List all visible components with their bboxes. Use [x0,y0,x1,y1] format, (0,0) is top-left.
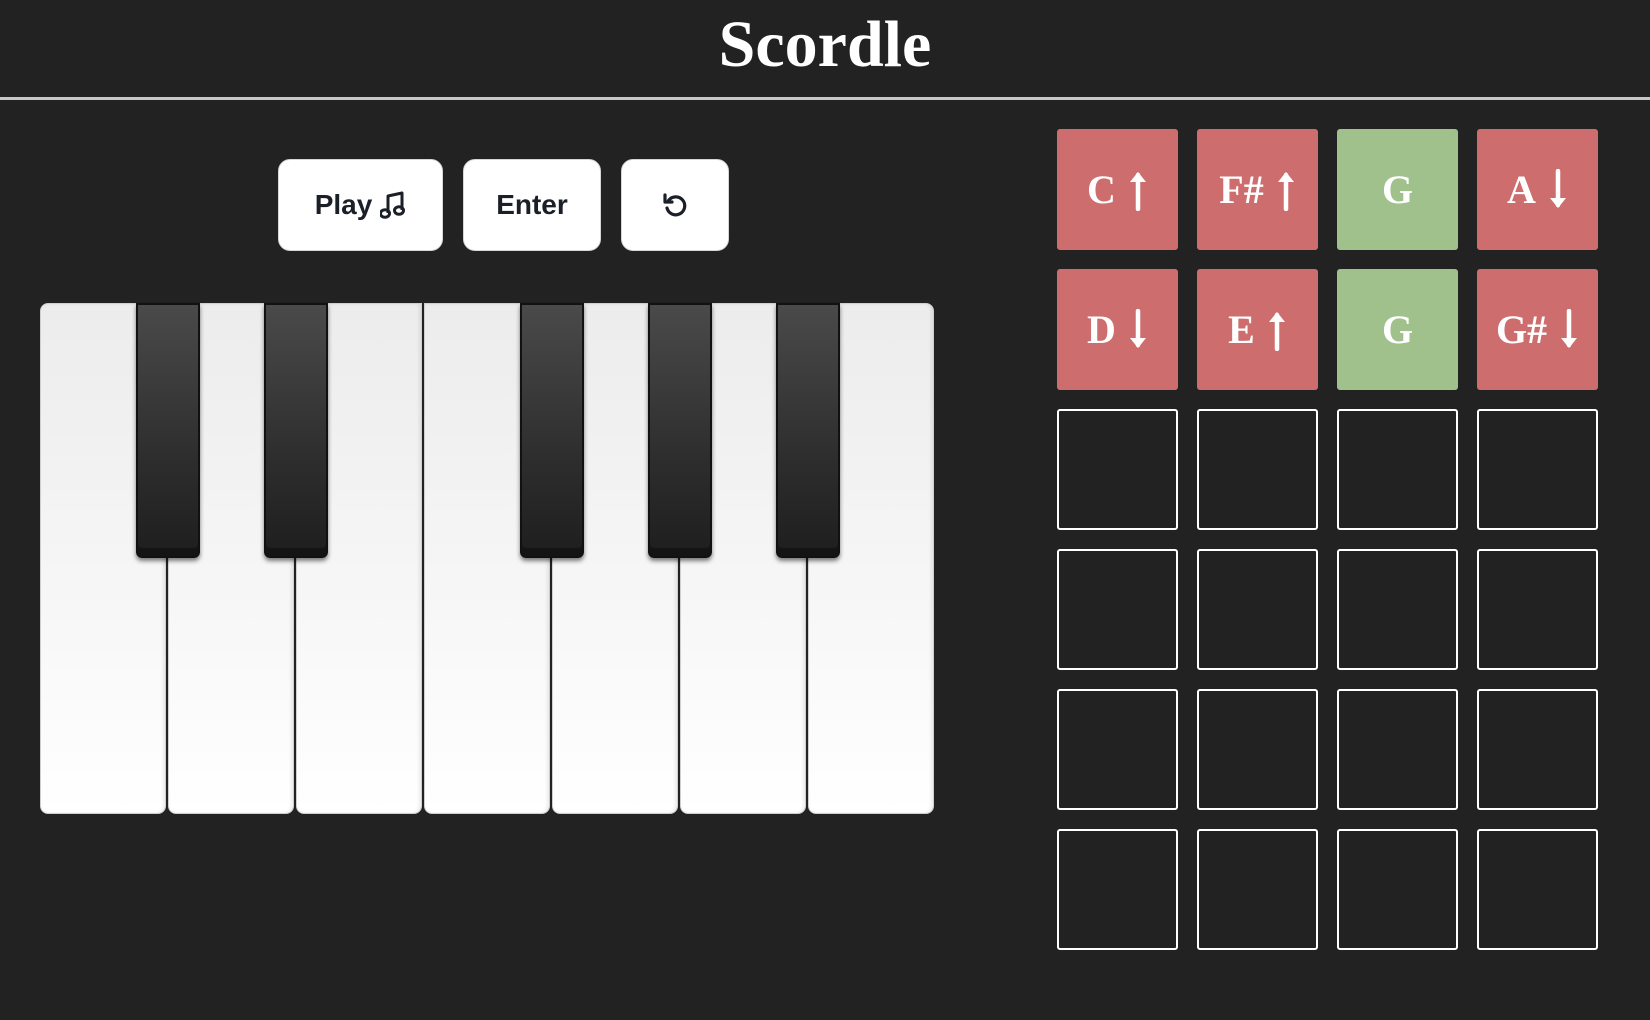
guess-tile-wrong: C [1057,129,1178,250]
guess-tile-wrong: E [1197,269,1318,390]
play-button-label: Play [314,189,373,220]
empty-tile [1197,689,1318,810]
empty-tile [1477,829,1598,950]
guess-tile-correct: G [1337,269,1458,390]
empty-tile [1057,689,1178,810]
reset-button[interactable] [621,159,729,251]
guess-tile-wrong: A [1477,129,1598,250]
empty-tile [1197,409,1318,530]
empty-tile [1197,829,1318,950]
black-key[interactable] [264,303,328,558]
guess-tile-wrong: G# [1477,269,1598,390]
empty-tile [1057,549,1178,670]
empty-tile [1197,549,1318,670]
reset-icon [660,190,690,220]
empty-tile [1337,409,1458,530]
arrow-up-icon [1276,169,1296,211]
tile-note: G [1381,307,1414,352]
black-key[interactable] [648,303,712,558]
empty-tile [1477,549,1598,670]
empty-tile [1477,409,1598,530]
empty-tile [1057,409,1178,530]
arrow-down-icon [1548,168,1568,211]
tile-note: D [1087,307,1116,352]
guess-board: C F# G A D E G G# [1057,129,1598,950]
header: Scordle [0,0,1650,100]
tile-note: G# [1495,307,1548,352]
guess-tile-correct: G [1337,129,1458,250]
empty-tile [1337,829,1458,950]
black-key[interactable] [776,303,840,558]
tile-note: C [1087,167,1116,212]
empty-tile [1477,689,1598,810]
page-title: Scordle [718,7,932,81]
tile-note: G [1381,167,1414,212]
tile-note: E [1228,307,1255,352]
guess-tile-wrong: D [1057,269,1178,390]
arrow-down-icon [1128,308,1148,351]
controls: Play Enter [278,159,729,251]
black-key[interactable] [136,303,200,558]
empty-tile [1337,689,1458,810]
empty-tile [1057,829,1178,950]
play-button[interactable]: Play [278,159,443,251]
black-key[interactable] [520,303,584,558]
empty-tile [1337,549,1458,670]
tile-note: A [1507,167,1536,212]
tile-note: F# [1219,167,1264,212]
arrow-down-icon [1559,308,1579,351]
arrow-up-icon [1128,169,1148,211]
guess-tile-wrong: F# [1197,129,1318,250]
music-note-icon [380,191,406,219]
piano-keyboard [40,303,936,814]
enter-button[interactable]: Enter [463,159,601,251]
arrow-up-icon [1267,309,1287,351]
